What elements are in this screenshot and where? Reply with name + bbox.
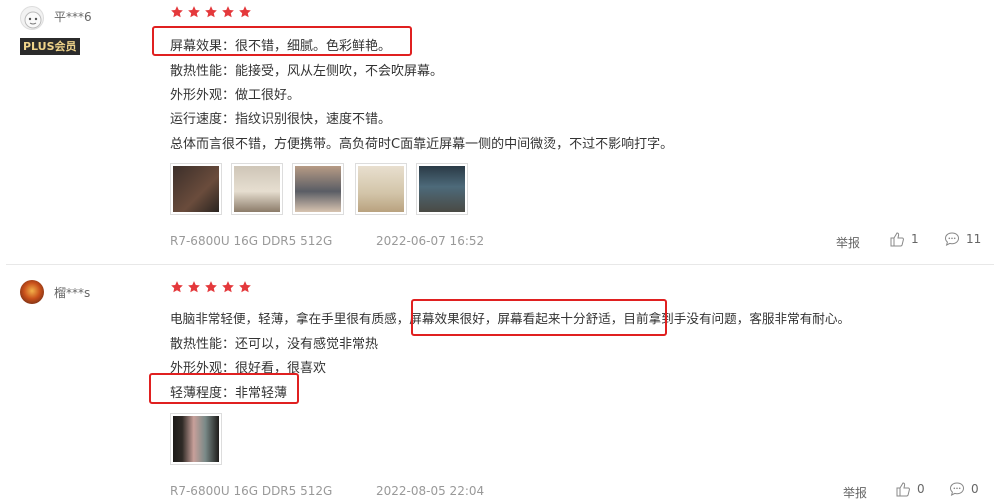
review-text-line: 外形外观：很好看，很喜欢 [170,361,327,376]
review-text-line: 外形外观：做工很好。 [170,88,301,103]
review-item: 平***6 PLUS会员 屏幕效果：很不错，细腻。色彩鲜艳。 散热性能：能接受，… [0,0,996,263]
cartoon-avatar-icon [24,11,42,29]
report-button[interactable]: 举报 [836,234,860,251]
review-date: 2022-08-05 22:04 [376,484,485,498]
review-text-line: 轻薄程度：非常轻薄 [170,386,288,401]
like-count: 0 [917,482,925,496]
avatar[interactable] [20,6,44,30]
review-photo-thumbnail[interactable] [170,413,222,465]
review-photo-thumbnail[interactable] [416,163,468,215]
review-photo-thumbnail[interactable] [292,163,344,215]
review-photo-thumbnail[interactable] [231,163,283,215]
avatar[interactable] [20,280,44,304]
like-button[interactable]: 0 [895,481,925,497]
rating-stars [170,5,252,19]
star-icon [171,281,183,293]
comment-count: 0 [971,482,979,496]
comment-icon [949,482,965,496]
thumbs-up-icon [890,232,904,247]
star-icon [239,6,251,18]
username[interactable]: 平***6 [54,8,92,25]
review-photo-thumbnail[interactable] [355,163,407,215]
star-icon [188,6,200,18]
star-icon [188,281,200,293]
review-text-line: 运行速度：指纹识别很快，速度不错。 [170,112,392,127]
star-icon [171,6,183,18]
comment-button[interactable]: 0 [949,481,979,497]
plus-member-badge: PLUS会员 [20,38,80,55]
comment-button[interactable]: 11 [944,231,981,247]
report-label: 举报 [843,486,868,500]
star-icon [205,281,217,293]
like-button[interactable]: 1 [889,231,919,247]
like-count: 1 [911,232,919,246]
review-text-line: 屏幕效果：很不错，细腻。色彩鲜艳。 [170,39,392,54]
comment-count: 11 [966,232,982,246]
review-item: 榴***s 电脑非常轻便，轻薄，拿在手里很有质感，屏幕效果很好，屏幕看起来十分舒… [0,265,996,501]
product-config: R7-6800U 16G DDR5 512G [170,484,333,498]
star-icon [239,281,251,293]
report-button[interactable]: 举报 [843,484,867,501]
review-date: 2022-06-07 16:52 [376,234,485,248]
username[interactable]: 榴***s [54,284,90,301]
thumbs-up-icon [896,482,910,497]
comment-icon [944,232,960,246]
report-label: 举报 [836,236,861,250]
review-text-line: 散热性能：能接受，风从左侧吹，不会吹屏幕。 [170,64,444,79]
review-text-line: 总体而言很不错，方便携带。高负荷时C面靠近屏幕一侧的中间微烫，不过不影响打字。 [170,137,674,152]
star-icon [222,6,234,18]
review-photo-thumbnail[interactable] [170,163,222,215]
star-icon [205,6,217,18]
star-icon [222,281,234,293]
rating-stars [170,280,252,294]
review-text-line: 电脑非常轻便，轻薄，拿在手里很有质感，屏幕效果很好，屏幕看起来十分舒适，目前拿到… [170,311,851,326]
product-config: R7-6800U 16G DDR5 512G [170,234,333,248]
review-text-line: 散热性能：还可以，没有感觉非常热 [170,337,379,352]
